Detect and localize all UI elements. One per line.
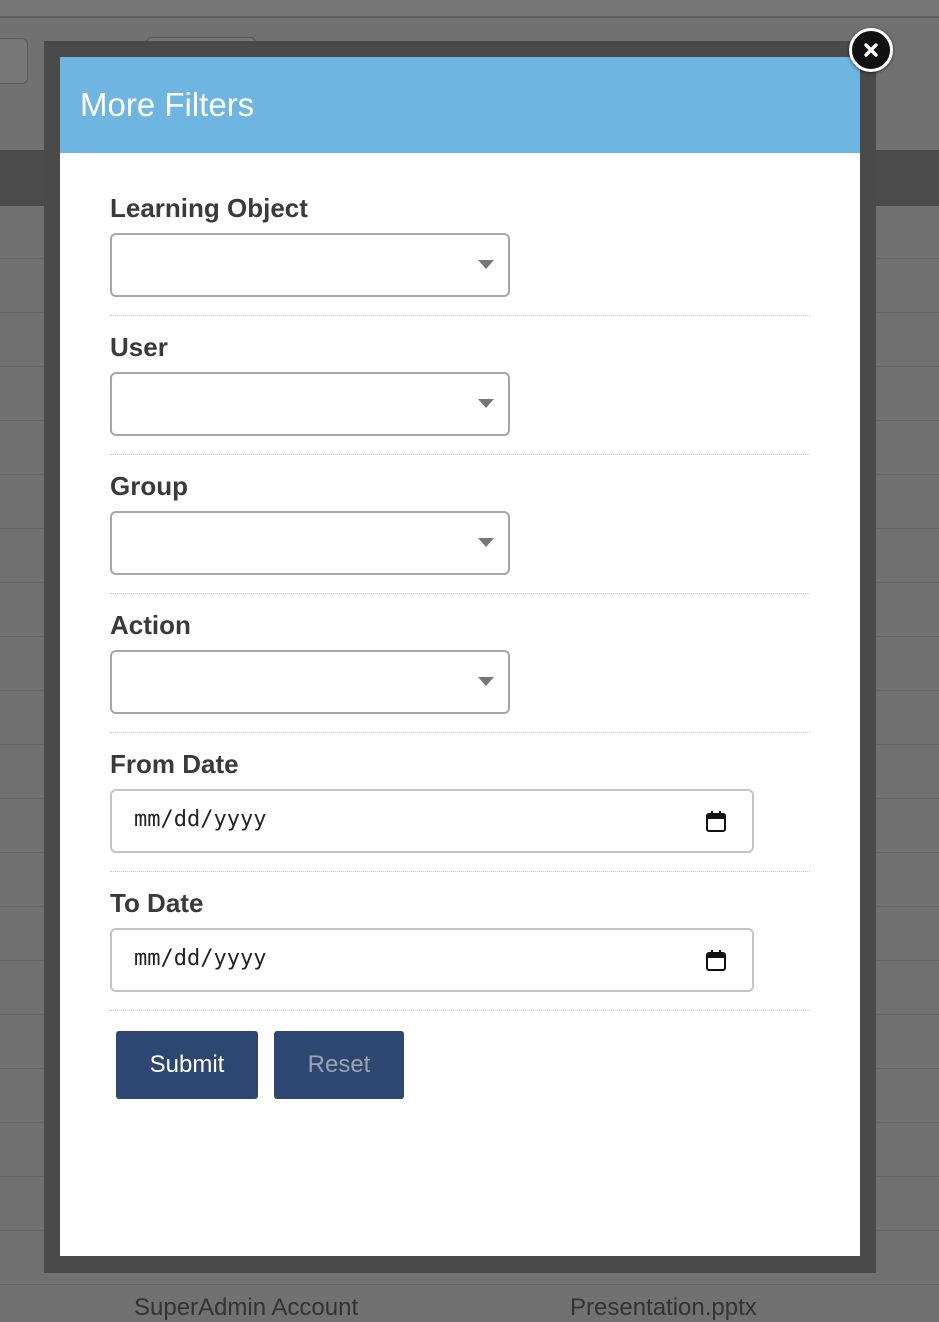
- learning-object-select[interactable]: [110, 233, 510, 297]
- to-date-field-group: To Date mm/dd/yyyy: [110, 888, 810, 1011]
- form-actions: Submit Reset: [110, 1031, 810, 1099]
- modal-title: More Filters: [80, 86, 255, 123]
- reset-button[interactable]: Reset: [274, 1031, 404, 1099]
- action-select[interactable]: [110, 650, 510, 714]
- user-field-group: User: [110, 332, 810, 455]
- submit-button[interactable]: Submit: [116, 1031, 258, 1099]
- group-label: Group: [110, 471, 188, 501]
- background-top-bar: [0, 0, 939, 18]
- from-date-label: From Date: [110, 749, 239, 779]
- background-control: [0, 38, 28, 84]
- modal-close-button[interactable]: [849, 28, 893, 72]
- to-date-label: To Date: [110, 888, 204, 918]
- learning-object-label: Learning Object: [110, 193, 308, 223]
- close-icon: [864, 43, 878, 57]
- modal-header: More Filters: [60, 57, 860, 153]
- more-filters-modal: More Filters Learning Object User Group …: [60, 57, 860, 1256]
- learning-object-field-group: Learning Object: [110, 193, 810, 316]
- caret-down-icon: [478, 399, 494, 408]
- modal-body: Learning Object User Group Action From D: [60, 153, 860, 1099]
- background-cell-text: Presentation.pptx: [570, 1294, 757, 1321]
- calendar-icon[interactable]: [706, 950, 726, 971]
- from-date-placeholder: mm/dd/yyyy: [134, 807, 267, 832]
- from-date-input[interactable]: mm/dd/yyyy: [110, 789, 754, 853]
- user-label: User: [110, 332, 168, 362]
- caret-down-icon: [478, 538, 494, 547]
- caret-down-icon: [478, 260, 494, 269]
- background-cell-text: SuperAdmin Account: [134, 1294, 359, 1321]
- from-date-field-group: From Date mm/dd/yyyy: [110, 749, 810, 872]
- to-date-placeholder: mm/dd/yyyy: [134, 946, 267, 971]
- group-field-group: Group: [110, 471, 810, 594]
- to-date-input[interactable]: mm/dd/yyyy: [110, 928, 754, 992]
- action-label: Action: [110, 610, 191, 640]
- caret-down-icon: [478, 677, 494, 686]
- group-select[interactable]: [110, 511, 510, 575]
- calendar-icon[interactable]: [706, 811, 726, 832]
- user-select[interactable]: [110, 372, 510, 436]
- action-field-group: Action: [110, 610, 810, 733]
- background-row-divider: [0, 1284, 939, 1285]
